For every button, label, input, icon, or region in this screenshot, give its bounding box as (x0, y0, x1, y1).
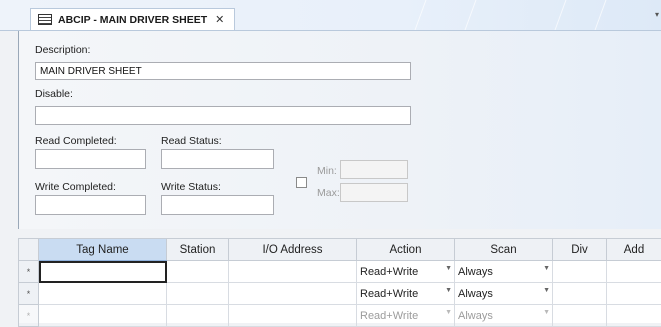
write-completed-label: Write Completed: (35, 181, 116, 193)
station-cell[interactable] (167, 305, 229, 327)
dropdown-arrow-icon[interactable]: ▼ (445, 265, 452, 272)
grid-corner[interactable] (19, 239, 39, 261)
scan-value: Always (458, 288, 493, 300)
column-header-add[interactable]: Add (607, 239, 661, 261)
column-header-scan[interactable]: Scan (455, 239, 553, 261)
tab-title: ABCIP - MAIN DRIVER SHEET (58, 14, 207, 26)
add-cell[interactable] (607, 261, 661, 283)
action-cell[interactable]: Read+Write ▼ (357, 261, 455, 283)
table-row: * Read+Write ▼ Always ▼ (19, 283, 661, 305)
io-address-cell[interactable] (229, 283, 357, 305)
min-field[interactable] (340, 160, 408, 179)
read-status-label: Read Status: (161, 135, 222, 147)
read-completed-field[interactable] (35, 149, 146, 169)
minmax-checkbox[interactable] (296, 177, 307, 188)
row-marker[interactable]: * (19, 261, 39, 283)
dropdown-arrow-icon[interactable]: ▼ (543, 287, 550, 294)
description-field[interactable]: MAIN DRIVER SHEET (35, 62, 411, 80)
action-value: Read+Write (360, 266, 418, 278)
dropdown-arrow-icon[interactable]: ▼ (543, 265, 550, 272)
dropdown-arrow-icon[interactable]: ▼ (543, 309, 550, 316)
table-row: * Read+Write ▼ Always ▼ (19, 261, 661, 283)
column-header-station[interactable]: Station (167, 239, 229, 261)
station-cell[interactable] (167, 283, 229, 305)
disable-label: Disable: (35, 88, 73, 100)
tag-name-cell[interactable] (39, 305, 167, 327)
action-cell[interactable]: Read+Write ▼ (357, 305, 455, 327)
write-status-label: Write Status: (161, 181, 221, 193)
dropdown-arrow-icon[interactable]: ▼ (445, 309, 452, 316)
action-value: Read+Write (360, 288, 418, 300)
read-completed-label: Read Completed: (35, 135, 117, 147)
driver-sheet-header-form: Description: MAIN DRIVER SHEET Disable: … (18, 31, 661, 229)
column-header-action[interactable]: Action (357, 239, 455, 261)
driver-sheet-icon (38, 14, 52, 25)
tag-name-cell[interactable] (39, 283, 167, 305)
close-icon[interactable]: ✕ (215, 13, 224, 26)
max-label: Max: (317, 187, 340, 199)
column-header-io-address[interactable]: I/O Address (229, 239, 357, 261)
action-cell[interactable]: Read+Write ▼ (357, 283, 455, 305)
div-cell[interactable] (553, 261, 607, 283)
document-tab-strip: ABCIP - MAIN DRIVER SHEET ✕ ▾ (0, 0, 661, 31)
dropdown-arrow-icon[interactable]: ▼ (445, 287, 452, 294)
station-cell[interactable] (167, 261, 229, 283)
row-marker[interactable]: * (19, 283, 39, 305)
add-cell[interactable] (607, 283, 661, 305)
write-completed-field[interactable] (35, 195, 146, 215)
tag-name-cell[interactable] (39, 261, 167, 283)
tab-list-chevron-icon[interactable]: ▾ (655, 10, 659, 19)
read-status-field[interactable] (161, 149, 274, 169)
tab-main-driver-sheet[interactable]: ABCIP - MAIN DRIVER SHEET ✕ (30, 8, 235, 30)
description-label: Description: (35, 44, 90, 56)
io-address-cell[interactable] (229, 261, 357, 283)
div-cell[interactable] (553, 283, 607, 305)
add-cell[interactable] (607, 305, 661, 327)
io-address-cell[interactable] (229, 305, 357, 327)
max-field[interactable] (340, 183, 408, 202)
tags-grid: Tag Name Station I/O Address Action Scan… (18, 238, 661, 323)
scan-cell[interactable]: Always ▼ (455, 305, 553, 327)
scan-value: Always (458, 266, 493, 278)
row-marker[interactable]: * (19, 305, 39, 327)
scan-cell[interactable]: Always ▼ (455, 283, 553, 305)
write-status-field[interactable] (161, 195, 274, 215)
action-value: Read+Write (360, 310, 418, 322)
column-header-div[interactable]: Div (553, 239, 607, 261)
table-row: * Read+Write ▼ Always ▼ (19, 305, 661, 327)
column-header-tag-name[interactable]: Tag Name (39, 239, 167, 261)
disable-field[interactable] (35, 106, 411, 125)
scan-value: Always (458, 310, 493, 322)
min-label: Min: (317, 165, 337, 177)
scan-cell[interactable]: Always ▼ (455, 261, 553, 283)
div-cell[interactable] (553, 305, 607, 327)
